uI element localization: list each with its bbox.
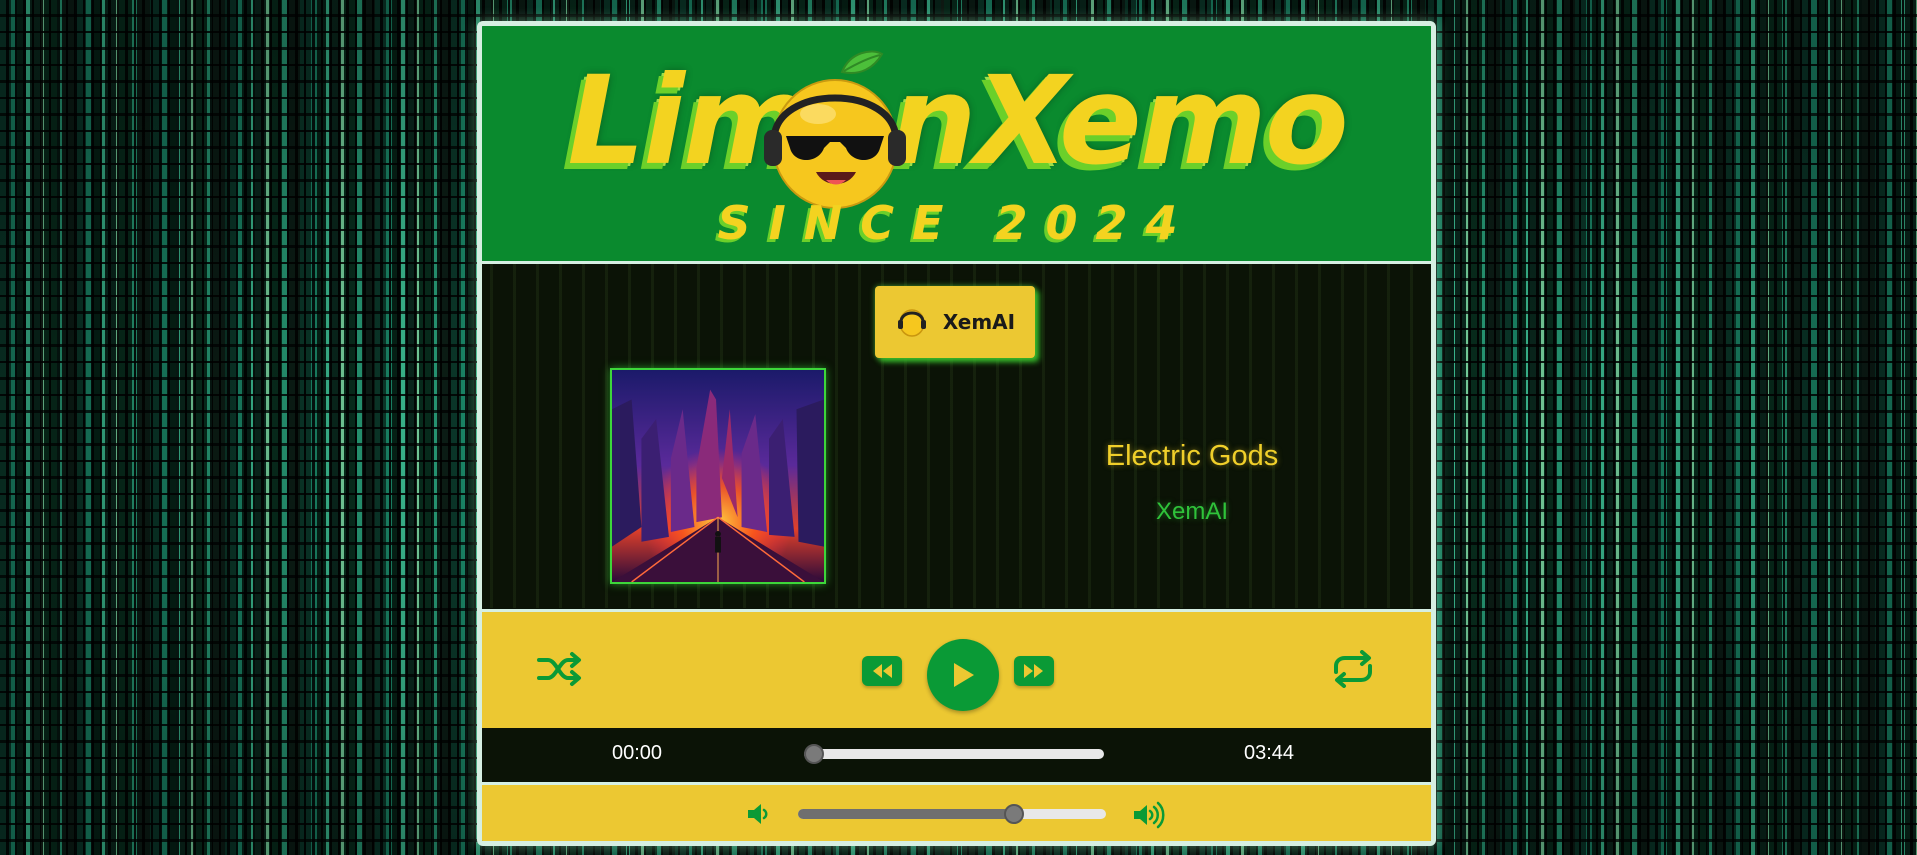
artist-button-label: XemAI [942,310,1016,334]
progress-slider[interactable] [804,744,1104,764]
play-button[interactable] [927,639,999,711]
progress-bar-row: 00:00 03:44 [482,728,1431,780]
shuffle-icon [537,652,581,686]
repeat-button[interactable] [1328,650,1378,688]
album-art [610,368,826,584]
lemon-mascot-icon [764,50,906,209]
volume-row [482,782,1431,841]
current-time: 00:00 [612,742,663,764]
volume-slider[interactable] [798,804,1106,824]
brand-since-text: SINCE 2024 [717,196,1196,250]
track-title: Electric Gods [1105,440,1279,472]
volume-slider-thumb[interactable] [1003,804,1024,824]
music-player: LimonXemo SINCE 2024 XemAI Electric Gods… [477,21,1436,846]
volume-slider-fill [798,809,1014,819]
shuffle-button[interactable] [536,650,582,688]
repeat-icon [1334,650,1372,688]
fast-forward-icon [1024,664,1043,678]
track-artist: XemAI [1155,498,1229,525]
now-playing-panel: XemAI Electric Gods XemAI [482,264,1431,608]
play-icon [954,663,974,687]
rewind-icon [873,664,892,678]
volume-low-icon[interactable] [746,801,772,827]
total-time: 03:44 [1244,742,1295,764]
previous-button[interactable] [862,656,902,686]
lemon-icon [897,309,926,337]
playback-controls [482,609,1431,728]
brand-banner: LimonXemo SINCE 2024 [482,26,1431,264]
volume-high-icon[interactable] [1132,801,1166,829]
artist-button[interactable]: XemAI [875,286,1035,358]
brand-logo-text: LimonXemo [567,50,1348,192]
next-button[interactable] [1014,656,1054,686]
progress-slider-thumb[interactable] [804,744,824,764]
